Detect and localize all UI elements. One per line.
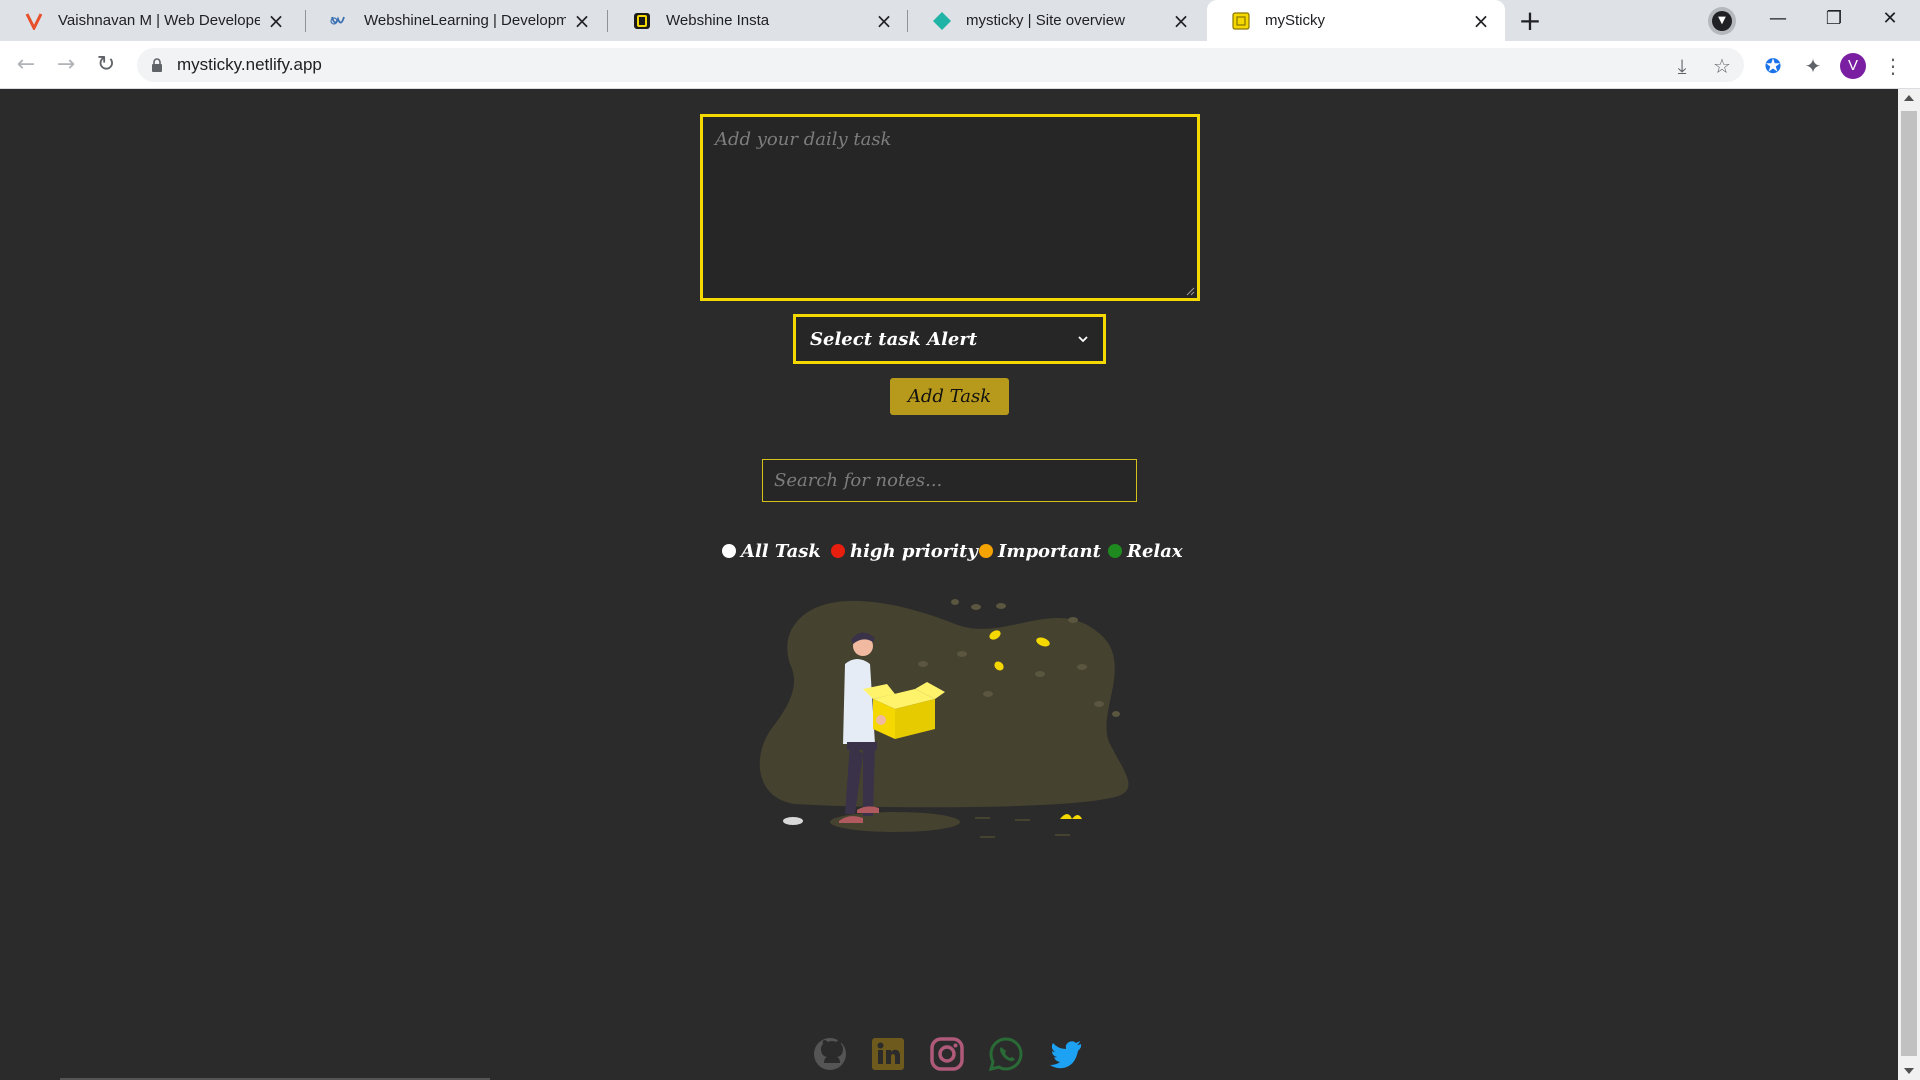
add-task-button[interactable]: Add Task bbox=[890, 378, 1009, 415]
tab-mysticky-overview[interactable]: mysticky | Site overview × bbox=[908, 0, 1205, 41]
scrollbar-thumb[interactable] bbox=[1901, 111, 1917, 1056]
restore-icon[interactable]: ❐ bbox=[1806, 0, 1862, 41]
tab-title: WebshineLearning | Developmen bbox=[364, 12, 566, 29]
tab-webshinelearning[interactable]: WebshineLearning | Developmen × bbox=[306, 0, 606, 41]
task-textarea[interactable]: Add your daily task bbox=[700, 114, 1200, 301]
search-placeholder: Search for notes... bbox=[774, 470, 943, 491]
social-links bbox=[812, 1036, 1088, 1076]
twitter-icon[interactable] bbox=[1047, 1036, 1083, 1072]
tab-mysticky[interactable]: mySticky × bbox=[1207, 0, 1505, 41]
add-task-label: Add Task bbox=[907, 386, 992, 407]
close-icon[interactable]: × bbox=[1171, 11, 1191, 31]
white-dot-icon bbox=[722, 544, 736, 558]
resize-grip-icon[interactable] bbox=[1185, 286, 1195, 296]
w-logo-icon bbox=[330, 11, 350, 31]
filter-bar: All Task high priority Important Relax bbox=[722, 538, 1183, 564]
tab-title: mysticky | Site overview bbox=[966, 12, 1125, 29]
minimize-icon[interactable]: — bbox=[1750, 0, 1806, 41]
chevron-down-icon: ▼ bbox=[1712, 11, 1732, 31]
filter-high-priority[interactable]: high priority bbox=[831, 538, 978, 564]
v-logo-icon bbox=[24, 11, 44, 31]
new-tab-plus-icon[interactable]: + bbox=[1514, 6, 1546, 36]
filter-label: All Task bbox=[741, 540, 821, 562]
avatar[interactable]: V bbox=[1840, 53, 1866, 79]
close-icon[interactable]: × bbox=[266, 11, 286, 31]
instagram-icon[interactable] bbox=[929, 1036, 965, 1072]
chevron-down-icon bbox=[1078, 336, 1088, 343]
orange-dot-icon bbox=[979, 544, 993, 558]
sticky-logo-icon bbox=[1231, 11, 1251, 31]
tab-vaishnavan[interactable]: Vaishnavan M | Web Developer × bbox=[0, 0, 300, 41]
tab-webshine-insta[interactable]: Webshine Insta × bbox=[608, 0, 908, 41]
filter-all-task[interactable]: All Task bbox=[722, 538, 821, 564]
scroll-up-icon[interactable] bbox=[1904, 95, 1914, 101]
bookmark-star-icon[interactable]: ☆ bbox=[1711, 55, 1733, 77]
page-content: Add your daily task Select task Alert Ad… bbox=[0, 89, 1898, 1080]
page-scrollbar[interactable] bbox=[1898, 89, 1920, 1080]
close-icon[interactable]: × bbox=[1471, 11, 1491, 31]
install-app-icon[interactable]: ⤓ bbox=[1671, 55, 1693, 77]
tab-title: mySticky bbox=[1265, 12, 1325, 29]
close-window-icon[interactable]: ✕ bbox=[1862, 0, 1918, 41]
address-bar[interactable]: mysticky.netlify.app ⤓ ☆ bbox=[137, 48, 1744, 82]
green-dot-icon bbox=[1108, 544, 1122, 558]
scroll-down-icon[interactable] bbox=[1904, 1068, 1914, 1074]
lock-icon bbox=[152, 58, 162, 72]
empty-state-illustration bbox=[759, 599, 1129, 838]
back-arrow-icon[interactable]: ← bbox=[10, 49, 42, 81]
task-alert-select[interactable]: Select task Alert bbox=[793, 314, 1106, 364]
reload-icon[interactable]: ↻ bbox=[90, 49, 122, 81]
forward-arrow-icon[interactable]: → bbox=[50, 49, 82, 81]
netlify-icon bbox=[932, 11, 952, 31]
github-icon[interactable] bbox=[812, 1036, 848, 1072]
filter-label: high priority bbox=[850, 540, 978, 562]
insta-logo-icon bbox=[632, 11, 652, 31]
search-input[interactable]: Search for notes... bbox=[762, 459, 1137, 502]
linkedin-icon[interactable] bbox=[870, 1036, 906, 1072]
close-icon[interactable]: × bbox=[572, 11, 592, 31]
filter-important[interactable]: Important bbox=[979, 538, 1101, 564]
task-placeholder: Add your daily task bbox=[715, 129, 892, 150]
extension-icon[interactable]: ✪ bbox=[1760, 53, 1786, 79]
puzzle-extensions-icon[interactable]: ✦ bbox=[1800, 53, 1826, 79]
url-text: mysticky.netlify.app bbox=[177, 55, 322, 74]
browser-toolbar: ← → ↻ mysticky.netlify.app ⤓ ☆ ✪ ✦ V ⋮ bbox=[0, 41, 1920, 89]
filter-relax[interactable]: Relax bbox=[1108, 538, 1183, 564]
red-dot-icon bbox=[831, 544, 845, 558]
filter-label: Relax bbox=[1127, 540, 1183, 562]
close-icon[interactable]: × bbox=[874, 11, 894, 31]
select-value: Select task Alert bbox=[810, 328, 978, 350]
tab-title: Vaishnavan M | Web Developer bbox=[58, 12, 260, 29]
tab-title: Webshine Insta bbox=[666, 12, 770, 29]
tab-search-button[interactable]: ▼ bbox=[1708, 7, 1736, 35]
tab-strip: Vaishnavan M | Web Developer × WebshineL… bbox=[0, 0, 1920, 41]
whatsapp-icon[interactable] bbox=[988, 1036, 1024, 1072]
filter-label: Important bbox=[998, 540, 1101, 562]
menu-kebab-icon[interactable]: ⋮ bbox=[1880, 53, 1906, 79]
